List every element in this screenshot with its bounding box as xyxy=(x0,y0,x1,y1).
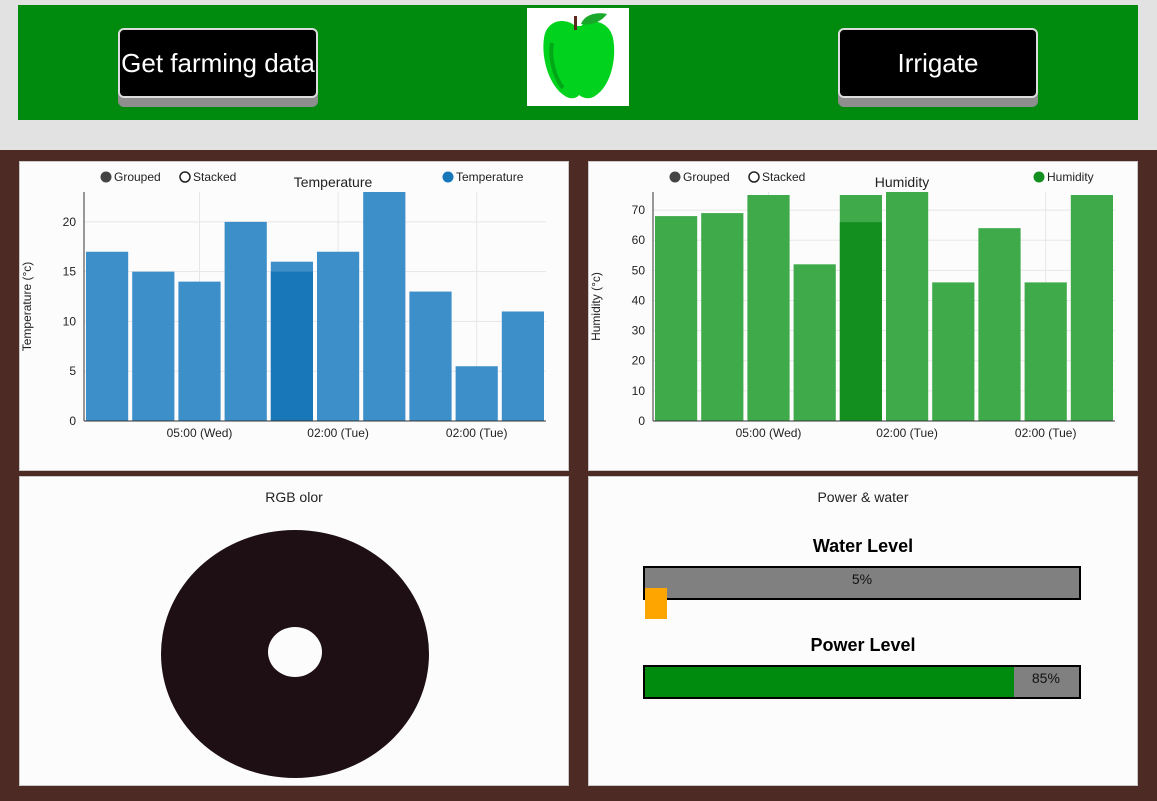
temperature-bar xyxy=(178,281,221,421)
humidity-x-tick-label: 02:00 (Tue) xyxy=(876,426,938,440)
humidity-panel: 0 10 20 30 40 50 60 70 05:00 (Wed) 02:00 (Tue) 02:… xyxy=(588,161,1138,471)
humidity-x-tick-label: 02:00 (Tue) xyxy=(1015,426,1077,440)
temperature-y-axis-label: Temperature (°c) xyxy=(20,262,34,352)
dashboard-area: 0 5 10 15 20 05:00 (Wed) 02:00 (Tue) 02:00 (Tue… xyxy=(0,150,1157,801)
water-level-bar: 5% xyxy=(643,566,1081,600)
humidity-y-tick-label: 40 xyxy=(632,293,646,307)
temperature-bar xyxy=(224,221,267,421)
humidity-stacked-label: Stacked xyxy=(762,170,805,184)
humidity-bar xyxy=(886,192,929,421)
humidity-y-tick-label: 70 xyxy=(632,203,646,217)
power-level-bar: 85% xyxy=(643,665,1081,699)
humidity-bar xyxy=(1024,282,1067,421)
temperature-x-tick-label: 02:00 (Tue) xyxy=(307,426,369,440)
humidity-series-legend-icon xyxy=(1033,171,1045,183)
temperature-chart: 0 5 10 15 20 05:00 (Wed) 02:00 (Tue) 02:00 (Tue… xyxy=(20,170,546,440)
humidity-grouped-label: Grouped xyxy=(683,170,730,184)
humidity-stacked-radio-icon xyxy=(748,171,760,183)
humidity-y-tick-label: 50 xyxy=(632,263,646,277)
header-bar: Get farming data Irrigate xyxy=(18,5,1138,120)
water-level-slider-handle[interactable] xyxy=(645,588,667,619)
temperature-bar xyxy=(409,291,452,421)
irrigate-button[interactable]: Irrigate xyxy=(838,28,1038,98)
temperature-stacked-radio-icon xyxy=(179,171,191,183)
humidity-bar xyxy=(701,213,744,421)
power-level-title: Power Level xyxy=(810,635,916,655)
water-level-title: Water Level xyxy=(812,536,914,556)
humidity-y-tick-label: 10 xyxy=(632,384,646,398)
temperature-bar xyxy=(86,251,129,421)
temperature-chart-title: Temperature xyxy=(294,174,373,190)
temperature-x-tick-label: 02:00 (Tue) xyxy=(446,426,508,440)
temperature-y-tick-label: 0 xyxy=(69,414,76,428)
temperature-bar-highlight xyxy=(270,271,313,421)
humidity-chart-title: Humidity xyxy=(875,174,929,190)
rgb-color-donut xyxy=(160,529,429,779)
humidity-y-axis-label: Humidity (°c) xyxy=(589,272,603,341)
temperature-grouped-radio-icon xyxy=(100,171,112,183)
power-panel-title: Power & water xyxy=(817,489,909,505)
temperature-bar xyxy=(501,311,544,421)
humidity-bar xyxy=(978,228,1021,421)
humidity-chart: 0 10 20 30 40 50 60 70 05:00 (Wed) 02:00 (Tue) 02:… xyxy=(589,170,1115,440)
humidity-y-tick-label: 60 xyxy=(632,233,646,247)
humidity-bar xyxy=(747,195,790,421)
power-level-fill xyxy=(645,667,1014,697)
temperature-y-tick-label: 20 xyxy=(63,215,77,229)
humidity-bar xyxy=(793,264,836,421)
humidity-bar xyxy=(1070,195,1113,421)
temperature-x-tick-label: 05:00 (Wed) xyxy=(167,426,233,440)
rgb-donut-ring xyxy=(160,529,429,779)
green-apple-icon xyxy=(527,8,629,106)
power-water-panel: Power & water Water Level 5% Power Level… xyxy=(588,476,1138,786)
humidity-series-legend-label: Humidity xyxy=(1047,170,1094,184)
get-farming-data-button[interactable]: Get farming data xyxy=(118,28,318,98)
temperature-grouped-label: Grouped xyxy=(114,170,161,184)
humidity-y-tick-label: 0 xyxy=(638,414,645,428)
humidity-y-tick-label: 20 xyxy=(632,354,646,368)
temperature-bar xyxy=(363,192,406,421)
temperature-bar xyxy=(132,271,175,421)
temperature-y-tick-label: 10 xyxy=(63,314,77,328)
temperature-series-legend-label: Temperature xyxy=(456,170,524,184)
water-level-percent: 5% xyxy=(851,571,873,587)
temperature-panel: 0 5 10 15 20 05:00 (Wed) 02:00 (Tue) 02:00 (Tue… xyxy=(19,161,569,471)
humidity-y-tick-label: 30 xyxy=(632,324,646,338)
humidity-bar-highlight xyxy=(839,222,882,421)
humidity-bar xyxy=(655,216,698,421)
temperature-y-tick-label: 5 xyxy=(69,364,76,378)
rgb-color-panel: RGB olor xyxy=(19,476,569,786)
temperature-bar xyxy=(455,366,498,421)
temperature-series-legend-icon xyxy=(442,171,454,183)
temperature-y-tick-label: 15 xyxy=(63,265,77,279)
power-level-percent: 85% xyxy=(1031,670,1060,686)
humidity-bar xyxy=(932,282,975,421)
humidity-grouped-radio-icon xyxy=(669,171,681,183)
humidity-x-tick-label: 05:00 (Wed) xyxy=(736,426,802,440)
temperature-stacked-label: Stacked xyxy=(193,170,236,184)
temperature-bar xyxy=(317,251,360,421)
